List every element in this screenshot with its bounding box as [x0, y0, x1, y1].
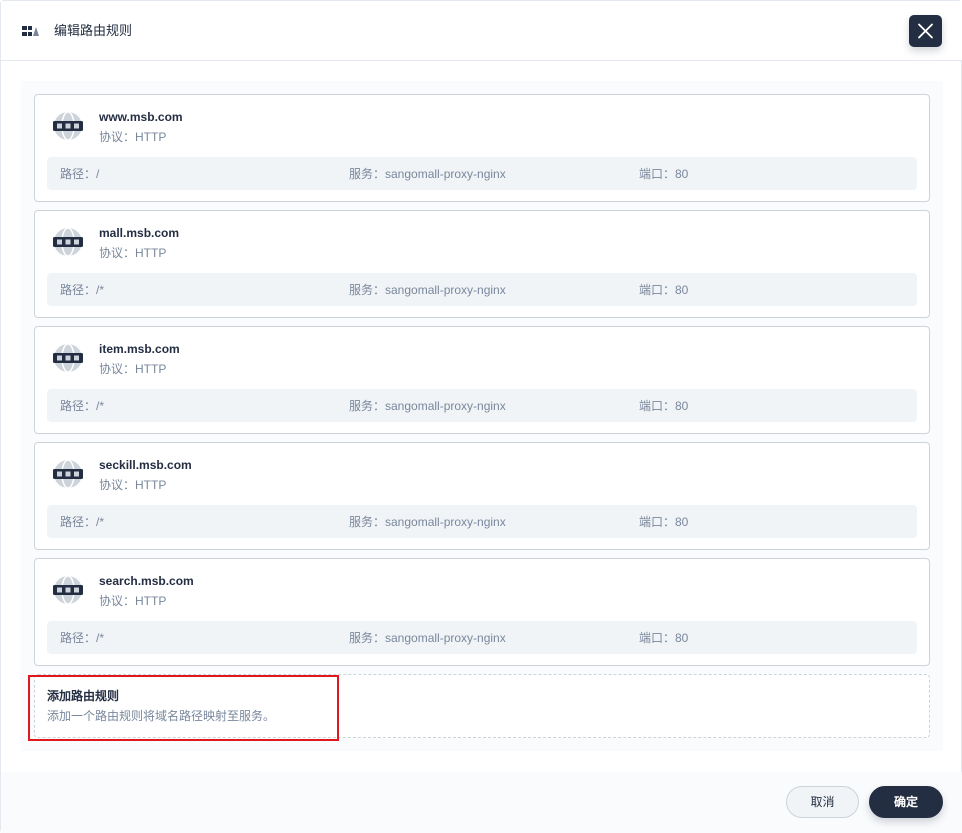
modal-title: 编辑路由规则 — [54, 23, 133, 38]
edit-route-rules-modal: 编辑路由规则 www.msb.com 协议：HTTP 路径：/ 服务：sango… — [0, 0, 962, 833]
route-icon — [22, 26, 39, 36]
rule-port: 端口：80 — [639, 283, 689, 297]
rule-info-row: 路径：/* 服务：sangomall-proxy-nginx 端口：80 — [47, 273, 917, 306]
rule-port: 端口：80 — [639, 631, 689, 645]
cancel-button[interactable]: 取消 — [786, 786, 859, 818]
rule-info-row: 路径：/* 服务：sangomall-proxy-nginx 端口：80 — [47, 621, 917, 654]
route-rule-card[interactable]: item.msb.com 协议：HTTP 路径：/* 服务：sangomall-… — [34, 326, 930, 434]
rule-port: 端口：80 — [639, 399, 689, 413]
close-button[interactable] — [909, 15, 942, 47]
rule-path: 路径：/* — [60, 515, 105, 529]
close-icon — [918, 23, 933, 39]
modal-header: 编辑路由规则 — [1, 1, 962, 61]
rule-service: 服务：sangomall-proxy-nginx — [349, 167, 506, 181]
globe-icon — [53, 343, 83, 373]
rule-port: 端口：80 — [639, 515, 689, 529]
rule-protocol: 协议：HTTP — [99, 478, 167, 492]
rule-service: 服务：sangomall-proxy-nginx — [349, 399, 506, 413]
globe-icon — [53, 227, 83, 257]
rule-service: 服务：sangomall-proxy-nginx — [349, 631, 506, 645]
rule-path: 路径：/* — [60, 283, 105, 297]
globe-icon — [53, 575, 83, 605]
route-rule-card[interactable]: search.msb.com 协议：HTTP 路径：/* 服务：sangomal… — [34, 558, 930, 666]
rule-host: search.msb.com — [99, 574, 194, 588]
rule-path: 路径：/* — [60, 399, 105, 413]
rule-info-row: 路径：/* 服务：sangomall-proxy-nginx 端口：80 — [47, 389, 917, 422]
globe-icon — [53, 111, 83, 141]
rule-protocol: 协议：HTTP — [99, 130, 167, 144]
rule-path: 路径：/ — [60, 167, 100, 181]
add-route-rule-button[interactable]: 添加路由规则 添加一个路由规则将域名路径映射至服务。 — [34, 674, 930, 738]
confirm-button[interactable]: 确定 — [869, 786, 943, 818]
add-rule-description: 添加一个路由规则将域名路径映射至服务。 — [47, 709, 276, 723]
rule-protocol: 协议：HTTP — [99, 246, 167, 260]
rule-host: www.msb.com — [99, 110, 183, 124]
rule-path: 路径：/* — [60, 631, 105, 645]
rule-port: 端口：80 — [639, 167, 689, 181]
route-rule-card[interactable]: seckill.msb.com 协议：HTTP 路径：/* 服务：sangoma… — [34, 442, 930, 550]
rule-host: mall.msb.com — [99, 226, 180, 240]
route-rule-card[interactable]: www.msb.com 协议：HTTP 路径：/ 服务：sangomall-pr… — [34, 94, 930, 202]
route-rule-card[interactable]: mall.msb.com 协议：HTTP 路径：/* 服务：sangomall-… — [34, 210, 930, 318]
rule-info-row: 路径：/* 服务：sangomall-proxy-nginx 端口：80 — [47, 505, 917, 538]
add-rule-title: 添加路由规则 — [47, 689, 120, 703]
rule-service: 服务：sangomall-proxy-nginx — [349, 283, 506, 297]
rule-service: 服务：sangomall-proxy-nginx — [349, 515, 506, 529]
rule-protocol: 协议：HTTP — [99, 362, 167, 376]
rule-host: item.msb.com — [99, 342, 180, 356]
rule-protocol: 协议：HTTP — [99, 594, 167, 608]
globe-icon — [53, 459, 83, 489]
rule-host: seckill.msb.com — [99, 458, 192, 472]
rule-info-row: 路径：/ 服务：sangomall-proxy-nginx 端口：80 — [47, 157, 917, 190]
